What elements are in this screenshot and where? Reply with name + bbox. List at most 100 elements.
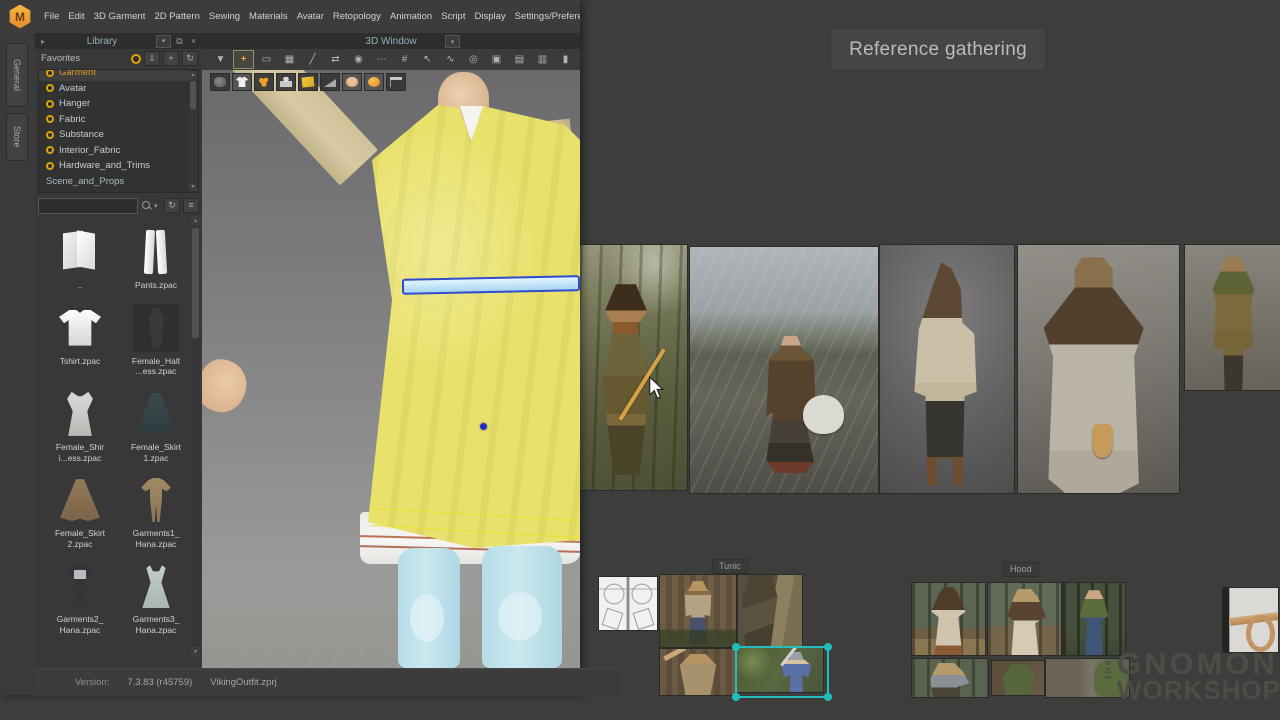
simulate-tool-button[interactable]: ▼ [210,50,231,69]
menu-sewing[interactable]: Sewing [209,11,240,22]
side-tab-general[interactable]: General [6,43,28,107]
scroll-down-icon[interactable]: ▼ [189,183,197,191]
library-item-[interactable]: .. [44,228,116,291]
transform-pattern-tool-button[interactable]: ▭ [256,50,277,69]
pin-tool-button[interactable]: ╱ [302,50,323,69]
arrangement-points-tool-button[interactable]: # [394,50,415,69]
tack-on-avatar-tool-button[interactable]: ↖ [417,50,438,69]
selection-handle-br[interactable] [824,693,832,701]
menu-retopology[interactable]: Retopology [333,11,381,22]
avatar-pose-tool-button[interactable]: ⋯ [371,50,392,69]
scale-tool-tool-button[interactable]: ▤ [509,50,530,69]
selection-handle-tr[interactable] [824,643,832,651]
retopo-view-button[interactable] [254,73,274,91]
menu-2d-pattern[interactable]: 2D Pattern [154,11,199,22]
library-item-garments1-hana-zpac[interactable]: Garments1_ Hana.zpac [120,476,192,549]
fold-view-button[interactable] [320,73,340,91]
fold-arrangement-tool-button[interactable]: ⇄ [325,50,346,69]
reference-photo-hood-forest-3[interactable] [1063,583,1125,655]
tree-item-substance[interactable]: Substance [39,127,189,143]
texture-view-tool-button[interactable]: ▣ [486,50,507,69]
import-icon[interactable]: ⇩ [144,51,160,66]
library-item-female-skirt-2-zpac[interactable]: Female_Skirt 2.zpac [44,476,116,549]
search-icon[interactable] [141,200,151,211]
app-logo-icon[interactable]: M [8,5,32,29]
reference-photo-hood-studio-side[interactable] [880,245,1014,493]
reference-photo-hood-studio-front[interactable] [1018,245,1179,493]
panel-tool-tool-button[interactable]: ▥ [532,50,553,69]
grid-scrollbar[interactable]: ▲ ▼ [191,216,200,656]
select-mesh-tool-button[interactable]: ▦ [279,50,300,69]
reference-photo-green-hood-studio[interactable] [1185,245,1280,390]
menu-file[interactable]: File [44,11,59,22]
sewing-stitch-tool-button[interactable]: ∿ [440,50,461,69]
scroll-up-icon[interactable]: ▲ [189,71,197,79]
tape-measure-button[interactable] [386,73,406,91]
tree-item-fabric[interactable]: Fabric [39,112,189,128]
library-item-garments2-hana-zpac[interactable]: Garments2_ Hana.zpac [44,562,116,635]
tree-item-hanger[interactable]: Hanger [39,96,189,112]
search-filter-dropdown-icon[interactable]: ▾ [154,202,158,210]
menu-settings-preference[interactable]: Settings/Preference [515,11,580,22]
reference-photo-tunic-coat-closeup[interactable] [738,575,802,647]
reference-photo-tunic-blue-selected[interactable] [737,648,823,692]
tree-item-scene-and-props[interactable]: Scene_and_Props [39,174,189,190]
panel-close-icon[interactable]: × [188,36,199,46]
reference-photo-tunic-arm-raised[interactable] [660,649,736,695]
library-item-tshirt-zpac[interactable]: Tshirt.zpac [44,304,116,377]
add-favorite-icon[interactable]: + [163,51,179,66]
group-label-hood[interactable]: Hood [1003,562,1039,577]
reference-photo-leather-straps[interactable] [1223,588,1278,652]
refresh-icon[interactable]: ↻ [182,51,198,66]
library-item-pants-zpac[interactable]: Pants.zpac [120,228,192,291]
reference-photo-tunic-cabin-viking[interactable] [660,575,736,647]
reload-icon[interactable]: ↻ [164,198,180,213]
substance-view-button[interactable] [364,73,384,91]
reference-photo-tunic-pattern-diagram[interactable] [599,577,657,630]
library-dropdown[interactable]: ▾ [156,35,171,48]
grid-scroll-thumb[interactable] [192,228,199,338]
search-input[interactable] [38,198,138,214]
avatar-view-button[interactable] [276,73,296,91]
reference-photo-hood-forest-4[interactable] [912,659,988,697]
reference-photo-viking-forest[interactable] [580,245,687,490]
tree-item-garment[interactable]: Garment [39,69,189,81]
library-item-female-halt-ess-zpac[interactable]: Female_Halt ...ess.zpac [120,304,192,377]
panel-dock-icon[interactable]: ⧉ [174,36,185,47]
menu-animation[interactable]: Animation [390,11,432,22]
mesh-garment-view-button[interactable] [232,73,252,91]
menu-edit[interactable]: Edit [68,11,84,22]
reference-photo-hood-forest-1[interactable] [912,583,985,655]
group-label-tunic[interactable]: Tunic [712,559,748,574]
pin-point-dot[interactable] [480,423,487,430]
grid-scroll-up-icon[interactable]: ▲ [191,216,200,225]
reference-photo-hood-forest-2[interactable] [988,583,1061,655]
menu-display[interactable]: Display [474,11,505,22]
tree-item-avatar[interactable]: Avatar [39,81,189,97]
menu-script[interactable]: Script [441,11,465,22]
tree-scrollbar[interactable]: ▲ ▼ [189,71,197,191]
tree-scroll-thumb[interactable] [190,81,196,109]
reference-photo-hood-closeup-1[interactable] [992,661,1044,695]
camera-record-tool-button[interactable]: ◉ [348,50,369,69]
fabric-view-button[interactable] [298,73,318,91]
select-move-tool-button[interactable]: + [233,50,254,69]
clo-set-icon[interactable] [131,54,141,64]
tree-item-hardware-and-trims[interactable]: Hardware_and_Trims [39,158,189,174]
measure-tool-tool-button[interactable]: ▮ [555,50,576,69]
library-item-garments3-hana-zpac[interactable]: Garments3_ Hana.zpac [120,562,192,635]
menu-materials[interactable]: Materials [249,11,288,22]
head-view-button[interactable] [342,73,362,91]
library-item-female-shir-i-ess-zpac[interactable]: Female_Shir i...ess.zpac [44,390,116,463]
3d-window-dropdown[interactable]: ▾ [445,35,460,48]
menu-avatar[interactable]: Avatar [297,11,324,22]
library-item-female-skirt-1-zpac[interactable]: Female_Skirt 1.zpac [120,390,192,463]
reference-photo-hillside-cloak[interactable] [690,247,878,493]
zoom-focus-tool-button[interactable]: ◎ [463,50,484,69]
grid-scroll-down-icon[interactable]: ▼ [191,647,200,656]
tree-item-interior-fabric[interactable]: Interior_Fabric [39,143,189,159]
menu-3d-garment[interactable]: 3D Garment [94,11,146,22]
thick-garment-view-button[interactable] [210,73,230,91]
3d-viewport[interactable] [202,70,580,668]
side-tab-store[interactable]: Store [6,113,28,161]
